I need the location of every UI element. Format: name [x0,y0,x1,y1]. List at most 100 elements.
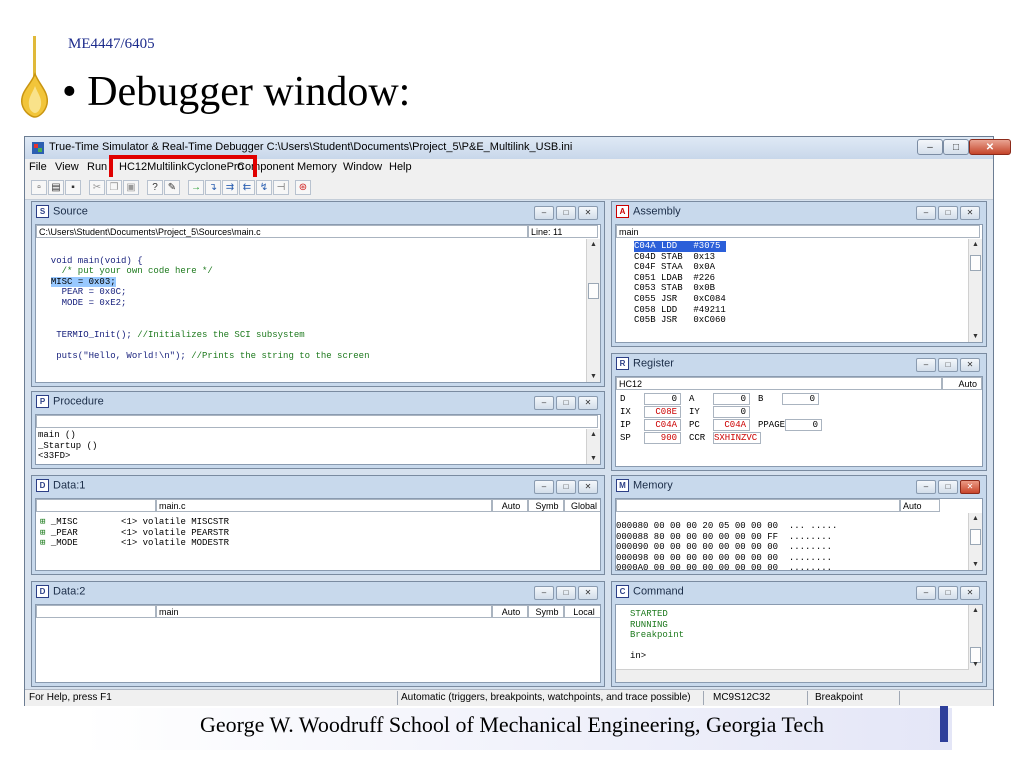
app-icon [32,142,44,154]
context-help-icon[interactable]: ✎ [164,180,180,195]
register-value: 900 [644,432,681,444]
data1-global-button[interactable]: Global [564,499,600,512]
memory-dump[interactable]: 000080 00 00 00 20 05 00 00 00 ... .....… [616,521,837,570]
source-scrollbar[interactable]: ▲ ▼ [586,239,600,382]
reset-target-icon[interactable]: ⊛ [295,180,311,195]
menu-run[interactable]: Run [87,161,107,173]
maximize-button[interactable]: □ [943,139,969,155]
data1-symb-button[interactable]: Symb [528,499,564,512]
data2-symb-button[interactable]: Symb [528,605,564,618]
step-over-icon[interactable]: ⇉ [222,180,238,195]
data2-local-button[interactable]: Local [564,605,600,618]
source-minimize-button[interactable]: – [534,206,554,220]
memory-body[interactable]: Auto 000080 00 00 00 20 05 00 00 00 ... … [615,498,983,571]
status-help-text: For Help, press F1 [29,692,112,703]
command-minimize-button[interactable]: – [916,586,936,600]
source-body[interactable]: C:\Users\Student\Documents\Project_5\Sou… [35,224,601,383]
paste-icon[interactable]: ▣ [123,180,139,195]
status-target-text: MC9S12C32 [713,692,771,703]
new-file-icon[interactable]: ▫ [31,180,47,195]
menu-memory[interactable]: Memory [297,161,337,173]
open-folder-icon[interactable]: ▤ [48,180,64,195]
source-line [40,245,369,256]
source-close-button[interactable]: ✕ [578,206,598,220]
assembly-line: C04F STAA 0x0A [634,262,716,273]
data2-maximize-button[interactable]: □ [556,586,576,600]
halt-icon[interactable]: ⊣ [273,180,289,195]
assembly-scrollbar[interactable]: ▲ ▼ [968,239,982,342]
data1-maximize-button[interactable]: □ [556,480,576,494]
start-continue-icon[interactable]: → [188,180,204,195]
assembly-window-controls: – □ ✕ [914,206,980,224]
menu-view[interactable]: View [55,161,79,173]
memory-maximize-button[interactable]: □ [938,480,958,494]
procedure-close-button[interactable]: ✕ [578,396,598,410]
procedure-scrollbar[interactable]: ▲ ▼ [586,429,600,464]
close-button[interactable]: ✕ [969,139,1011,155]
register-label: IY [689,407,700,417]
command-scrollbar[interactable]: ▲ ▼ [968,605,982,682]
command-hscrollbar[interactable] [616,669,969,682]
memory-auto-button[interactable]: Auto [900,499,940,512]
step-out-icon[interactable]: ⇇ [239,180,255,195]
procedure-body[interactable]: main () _Startup () <33FD> ▲ ▼ [35,414,601,465]
data2-auto-button[interactable]: Auto [492,605,528,618]
data2-minimize-button[interactable]: – [534,586,554,600]
assembly-line: C053 STAB 0x0B [634,283,716,294]
register-auto-button[interactable]: Auto [942,377,982,390]
register-maximize-button[interactable]: □ [938,358,958,372]
command-log[interactable]: STARTED RUNNING Breakpoint in> [630,609,684,662]
single-step-icon[interactable]: ↴ [205,180,221,195]
toolbar: ▫ ▤ ▪ ✂ ❐ ▣ ? ✎ → ↴ ⇉ ⇇ ↯ ⊣ ⊛ [25,177,993,200]
data2-module-field: main [156,605,492,618]
data2-close-button[interactable]: ✕ [578,586,598,600]
cut-icon[interactable]: ✂ [89,180,105,195]
memory-window-controls: – □ ✕ [914,480,980,498]
data1-body[interactable]: main.c Auto Symb Global ⊞ _MISC <1> vola… [35,498,601,571]
command-body[interactable]: STARTED RUNNING Breakpoint in> ▲ ▼ [615,604,983,683]
memory-scrollbar[interactable]: ▲ ▼ [968,513,982,570]
assembly-maximize-button[interactable]: □ [938,206,958,220]
register-label: D [620,394,626,404]
data2-body[interactable]: main Auto Symb Local [35,604,601,683]
procedure-minimize-button[interactable]: – [534,396,554,410]
data1-minimize-button[interactable]: – [534,480,554,494]
menu-file[interactable]: File [29,161,47,173]
source-maximize-button[interactable]: □ [556,206,576,220]
register-cpu-field: HC12 [616,377,942,390]
command-maximize-button[interactable]: □ [938,586,958,600]
copy-icon[interactable]: ❐ [106,180,122,195]
variable-value: <1> volatile PEARSTR [121,527,230,538]
data1-window-controls: – □ ✕ [532,480,598,498]
register-close-button[interactable]: ✕ [960,358,980,372]
procedure-maximize-button[interactable]: □ [556,396,576,410]
assembly-step-icon[interactable]: ↯ [256,180,272,195]
help-icon[interactable]: ? [147,180,163,195]
save-icon[interactable]: ▪ [65,180,81,195]
source-line: /* put your own code here */ [40,266,213,277]
register-body[interactable]: HC12 Auto D 0A 0B 0 IX C08E IY 0 IP C04A PC … [615,376,983,467]
menu-window[interactable]: Window [343,161,382,173]
source-line: MISC = 0x03; [40,276,369,288]
command-window-controls: – □ ✕ [914,586,980,604]
minimize-button[interactable]: – [917,139,943,155]
assembly-listing[interactable]: C04A LDD #3075 C04D STAB 0x13 C04F STAA 0x… [634,241,726,326]
assembly-close-button[interactable]: ✕ [960,206,980,220]
data1-close-button[interactable]: ✕ [578,480,598,494]
assembly-minimize-button[interactable]: – [916,206,936,220]
memory-minimize-button[interactable]: – [916,480,936,494]
command-close-button[interactable]: ✕ [960,586,980,600]
memory-close-button[interactable]: ✕ [960,480,980,494]
register-grid: D 0A 0B 0 IX C08E IY 0 IP C04A PC C04A PPAGE … [620,393,830,445]
source-code[interactable]: void main(void) { /* put your own code h… [40,245,370,362]
assembly-body[interactable]: main C04A LDD #3075 C04D STAB 0x13 C04F ST… [615,224,983,343]
procedure-list[interactable]: main () _Startup () <33FD> [38,430,97,462]
data-variable-row: ⊞ _MISC <1> volatile MISCSTR [40,517,229,528]
variable-name: _MISC [50,517,122,527]
data1-variable-list[interactable]: ⊞ _MISC <1> volatile MISCSTR ⊞ _PEAR <1> … [40,517,229,549]
register-minimize-button[interactable]: – [916,358,936,372]
data2-filter-field [36,605,156,618]
menu-help[interactable]: Help [389,161,412,173]
data1-auto-button[interactable]: Auto [492,499,528,512]
current-statement-highlight: MISC = 0x03; [50,276,116,287]
